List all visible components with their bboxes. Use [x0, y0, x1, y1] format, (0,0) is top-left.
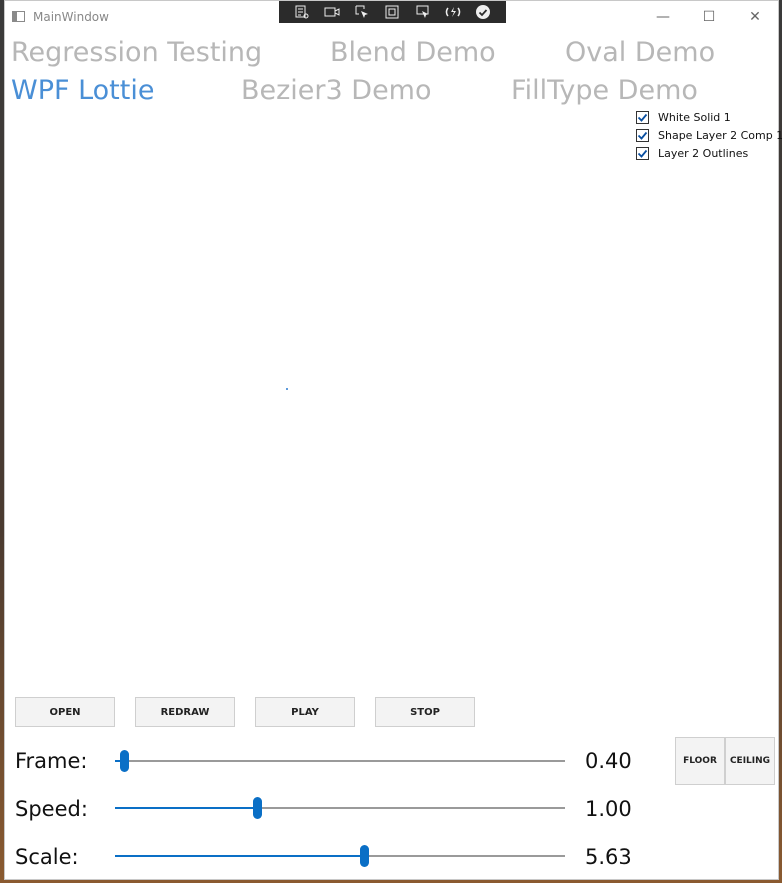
main-window: MainWindow — ☐ ✕ Regression Testing Blen… — [4, 0, 782, 880]
speed-label: Speed: — [15, 797, 88, 821]
nav-wpf-lottie[interactable]: WPF Lottie — [11, 75, 154, 107]
frame-value: 0.40 — [585, 749, 632, 773]
layer-item[interactable]: Shape Layer 2 Comp 1 — [636, 126, 782, 144]
app-icon — [12, 11, 25, 22]
layer-checkbox[interactable] — [636, 110, 649, 124]
play-button[interactable]: PLAY — [255, 697, 355, 727]
nav-bezier3-demo[interactable]: Bezier3 Demo — [241, 75, 432, 107]
nav-oval-demo[interactable]: Oval Demo — [565, 37, 715, 69]
maximize-icon: ☐ — [702, 9, 716, 25]
hot-reload-icon[interactable] — [445, 5, 461, 19]
slider-track — [115, 760, 565, 762]
animation-canvas-dot — [286, 388, 288, 390]
minimize-button[interactable]: — — [640, 1, 686, 33]
slider-thumb[interactable] — [252, 797, 262, 819]
nav-filltype-demo[interactable]: FillType Demo — [511, 75, 698, 107]
layer-label: Shape Layer 2 Comp 1 — [658, 128, 782, 142]
close-icon: ✕ — [749, 9, 761, 25]
window-title: MainWindow — [33, 10, 109, 24]
layer-list: White Solid 1 Shape Layer 2 Comp 1 Layer… — [636, 108, 782, 162]
frame-slider[interactable] — [115, 749, 565, 773]
layout-adorner-icon[interactable] — [384, 5, 400, 19]
layer-item[interactable]: Layer 2 Outlines — [636, 144, 782, 162]
scale-value: 5.63 — [585, 845, 632, 869]
slider-fill — [115, 855, 364, 857]
slider-thumb[interactable] — [120, 750, 129, 772]
maximize-button[interactable]: ☐ — [686, 1, 732, 33]
scale-label: Scale: — [15, 845, 79, 869]
slider-fill — [115, 807, 257, 809]
speed-slider[interactable] — [115, 796, 565, 820]
layer-label: Layer 2 Outlines — [658, 146, 749, 160]
xaml-debug-toolbar — [279, 1, 506, 23]
redraw-button[interactable]: REDRAW — [135, 697, 235, 727]
nav-regression-testing[interactable]: Regression Testing — [11, 37, 262, 69]
scale-slider[interactable] — [115, 844, 565, 868]
floor-button[interactable]: FLOOR — [675, 737, 725, 785]
layer-checkbox[interactable] — [636, 128, 649, 142]
ceiling-button[interactable]: CEILING — [725, 737, 775, 785]
layer-checkbox[interactable] — [636, 146, 649, 160]
select-element-icon[interactable] — [354, 5, 370, 19]
nav-blend-demo[interactable]: Blend Demo — [330, 37, 496, 69]
close-button[interactable]: ✕ — [732, 1, 778, 33]
layer-label: White Solid 1 — [658, 110, 731, 124]
layer-item[interactable]: White Solid 1 — [636, 108, 782, 126]
speed-value: 1.00 — [585, 797, 632, 821]
open-button[interactable]: OPEN — [15, 697, 115, 727]
slider-thumb[interactable] — [359, 845, 369, 867]
window-controls: — ☐ ✕ — [640, 1, 778, 33]
camera-icon[interactable] — [324, 5, 340, 19]
live-visual-tree-icon[interactable] — [294, 5, 310, 19]
minimize-icon: — — [656, 9, 670, 25]
stop-button[interactable]: STOP — [375, 697, 475, 727]
display-layout-icon[interactable] — [415, 5, 431, 19]
check-icon[interactable] — [475, 5, 491, 19]
frame-label: Frame: — [15, 749, 88, 773]
